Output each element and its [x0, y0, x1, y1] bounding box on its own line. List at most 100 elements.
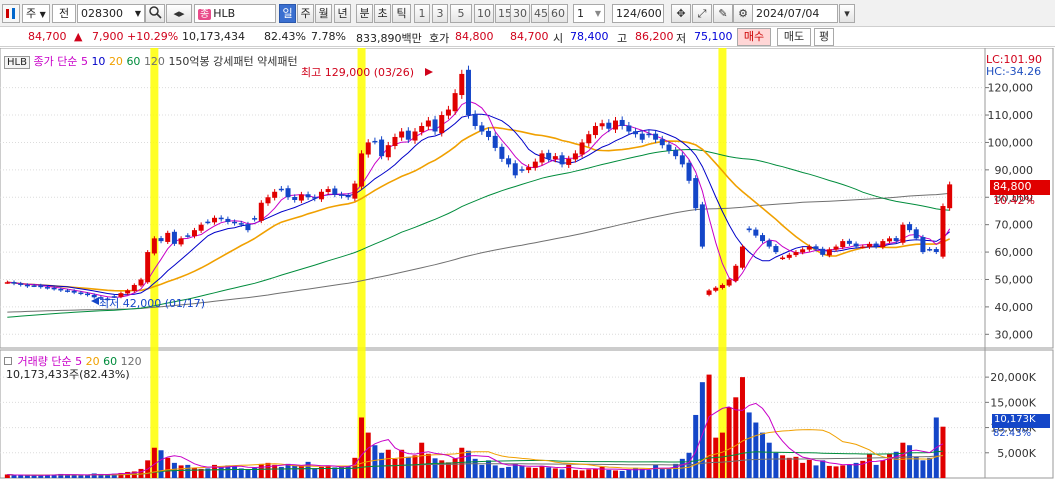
volume-bar — [91, 473, 97, 478]
volume-bar — [425, 453, 431, 478]
volume-bar — [506, 466, 512, 478]
candle-body — [419, 126, 425, 133]
avg-button[interactable]: 평 — [814, 28, 834, 46]
volume-bar — [653, 464, 659, 478]
volume-value: 10,173,434 — [182, 30, 245, 43]
period-year[interactable]: 년 — [334, 4, 351, 23]
period-day[interactable]: 일 — [279, 4, 296, 23]
candle-body — [298, 194, 304, 201]
toolbar: 주 ▼ 전 028300 ▼ ◂▸ 종 HLB 일 주 월 년 분 초 틱 1 3… — [0, 0, 1055, 27]
date-field[interactable]: 2024/07/04 — [752, 4, 838, 23]
candle-body — [272, 191, 278, 198]
volume-bar — [746, 412, 752, 478]
price-tick-label: 110,000 — [988, 109, 1034, 122]
change-pct: +10.29% — [127, 30, 179, 43]
price-tick-label: 30,000 — [995, 328, 1034, 341]
calendar-icon[interactable]: ▾ — [839, 4, 855, 23]
candle-body — [586, 134, 592, 144]
volume-last-pct: 82.43% — [993, 428, 1032, 439]
candle-body — [900, 224, 906, 243]
volume-bar — [873, 464, 879, 478]
interval-1[interactable]: 1 — [414, 4, 430, 23]
buy-button[interactable]: 매수 — [737, 28, 771, 46]
market-type-select[interactable]: 주 ▼ — [22, 4, 50, 23]
candle-body — [38, 285, 44, 288]
stock-name: HLB — [213, 7, 236, 20]
volume-bar — [532, 467, 538, 478]
candle-body — [599, 123, 605, 127]
candle-body — [613, 120, 619, 130]
code-input[interactable]: 028300 ▼ — [77, 4, 145, 23]
count-value: 124 — [616, 7, 637, 20]
period-month[interactable]: 월 — [315, 4, 332, 23]
code-value: 028300 — [81, 7, 123, 20]
candle-body — [619, 119, 625, 126]
candle-body — [285, 188, 291, 198]
crosshair-icon[interactable]: ✥ — [671, 4, 691, 23]
stock-tag: HLB — [4, 56, 30, 69]
volume-bar — [305, 461, 311, 478]
candle-body — [225, 218, 231, 222]
volume-bar — [639, 468, 645, 478]
period-tick[interactable]: 틱 — [392, 4, 411, 23]
scope-button[interactable]: 전 — [52, 4, 76, 23]
chart-type-icon[interactable] — [2, 4, 20, 23]
period-minute[interactable]: 분 — [356, 4, 373, 23]
ma5-label: 5 — [80, 55, 88, 68]
candle-body — [913, 229, 919, 239]
high-label: 고 — [617, 32, 628, 45]
interval-10[interactable]: 10 — [474, 4, 494, 23]
price-tick-label: 70,000 — [995, 219, 1034, 232]
gear-icon[interactable]: ⚙ — [733, 4, 753, 23]
candle-body — [512, 163, 518, 176]
volume-bar — [399, 449, 405, 478]
candle-body — [606, 122, 612, 129]
price-tick-label: 100,000 — [988, 136, 1034, 149]
interval-stepper[interactable]: 1 ▼ — [573, 4, 605, 23]
prev-next-icon[interactable]: ◂▸ — [166, 4, 192, 23]
volume-bar — [546, 467, 552, 478]
interval-5[interactable]: 5 — [450, 4, 472, 23]
stock-name-field[interactable]: 종 HLB — [194, 4, 276, 23]
date-value: 2024/07/04 — [756, 7, 820, 20]
draw-icon[interactable]: ✎ — [713, 4, 733, 23]
volume-bar — [345, 465, 351, 478]
chart-area[interactable]: 30,000 40,000 50,000 60,000 70,000 80,000 90,0… — [0, 48, 1055, 479]
candle-body — [866, 243, 872, 247]
interval-3[interactable]: 3 — [432, 4, 448, 23]
candle-body — [11, 282, 17, 284]
volume-bar — [479, 464, 485, 478]
interval-60[interactable]: 60 — [548, 4, 568, 23]
period-second[interactable]: 초 — [374, 4, 391, 23]
candle-body — [853, 243, 859, 247]
volume-bar — [866, 453, 872, 478]
price-legend: HLB 종가 단순 5 10 20 60 120 150억봉 강세패턴 약세패턴 — [4, 53, 298, 69]
zoom-icon[interactable]: ⤢ — [692, 4, 712, 23]
candle-body — [238, 223, 244, 225]
search-icon[interactable] — [145, 4, 165, 23]
count-field[interactable]: 124/600 — [612, 4, 664, 23]
candle-body — [479, 125, 485, 132]
candle-body — [372, 140, 378, 143]
candle-body — [679, 155, 685, 165]
period-week[interactable]: 주 — [297, 4, 314, 23]
chart-canvas[interactable]: 30,00040,00050,00060,00070,00080,00090,0… — [0, 48, 1055, 479]
candle-body — [499, 146, 505, 159]
candle-body — [893, 238, 899, 242]
candle-body — [820, 248, 826, 255]
candle-body — [806, 246, 812, 250]
volume-tick-label: 5,000K — [997, 447, 1036, 460]
ask-label: 호가 — [429, 32, 450, 45]
volume-tick-label: 15,000K — [990, 396, 1036, 409]
candle-body — [746, 228, 752, 231]
candle-body — [71, 290, 77, 293]
volume-bar — [365, 432, 371, 478]
candle-body — [486, 130, 492, 137]
candle-body — [64, 290, 70, 292]
interval-30[interactable]: 30 — [510, 4, 530, 23]
volume-bar — [606, 469, 612, 478]
ma60-label: 60 — [126, 55, 141, 68]
ask-price: 84,800 — [455, 30, 494, 43]
sell-button[interactable]: 매도 — [777, 28, 811, 46]
candle-body — [492, 135, 498, 148]
